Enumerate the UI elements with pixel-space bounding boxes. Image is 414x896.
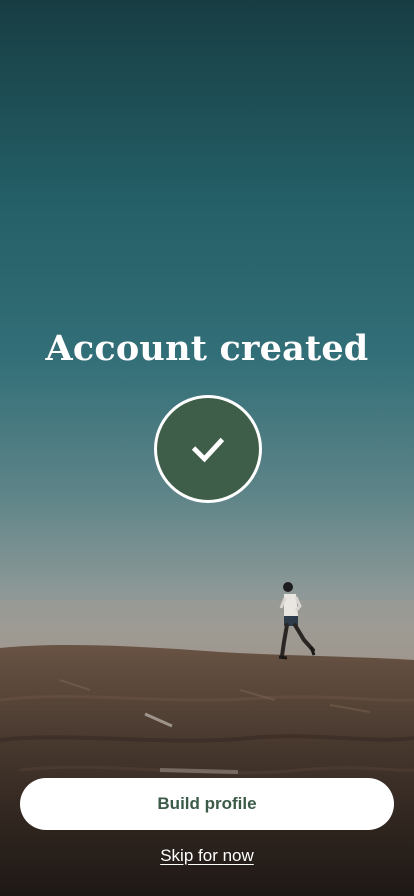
account-created-screen: Account created Build profile Skip for n… bbox=[0, 0, 414, 896]
page-title: Account created bbox=[45, 328, 369, 369]
checkmark-icon bbox=[191, 437, 225, 463]
build-profile-button[interactable]: Build profile bbox=[20, 778, 394, 830]
skip-for-now-link[interactable]: Skip for now bbox=[0, 844, 414, 868]
success-badge bbox=[154, 395, 262, 503]
